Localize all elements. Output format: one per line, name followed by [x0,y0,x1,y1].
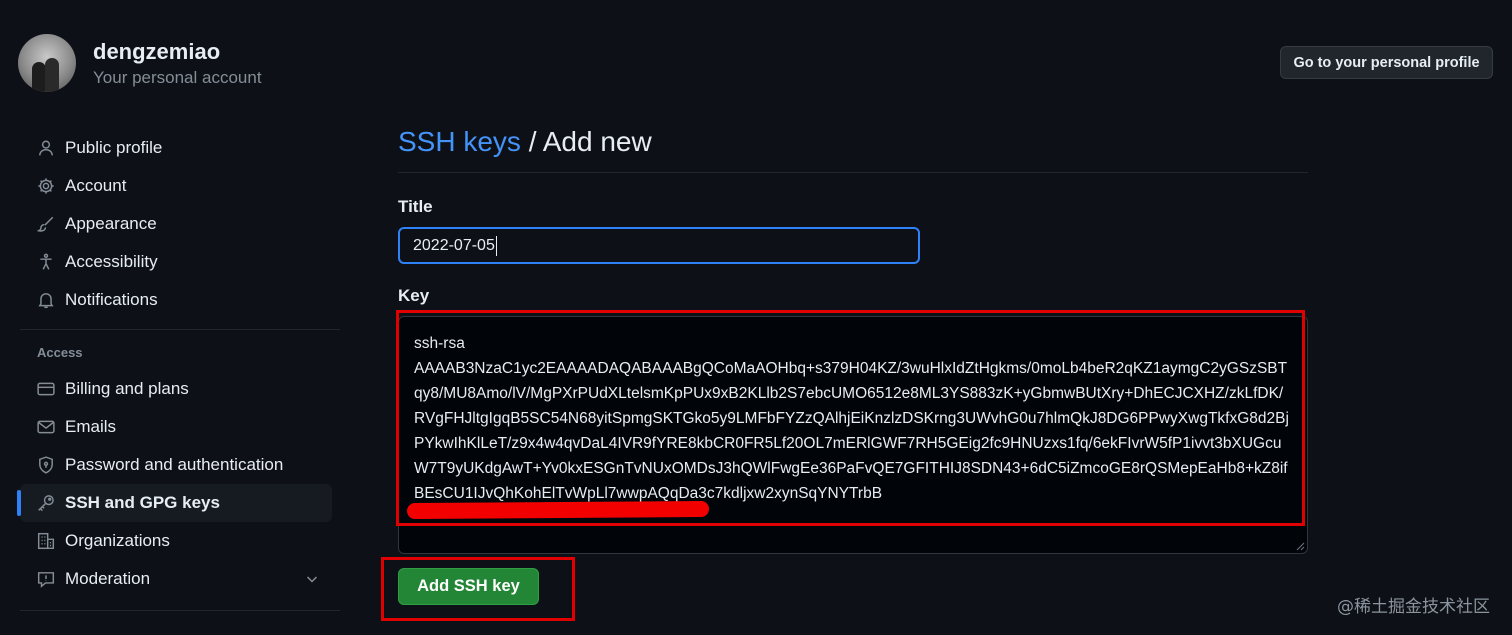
key-icon [36,493,56,513]
sidebar-item-appearance[interactable]: Appearance [20,205,340,243]
breadcrumb-separator: / [520,126,543,157]
watermark: @稀土掘金技术社区 [1337,597,1490,617]
accessibility-icon [36,252,56,272]
sidebar-item-label: Appearance [65,214,157,233]
sidebar-item-label: SSH and GPG keys [65,493,220,512]
resize-handle-icon[interactable] [1295,541,1305,551]
paintbrush-icon [36,214,56,234]
mail-icon [36,417,56,437]
sidebar-item-label: Organizations [65,531,170,550]
breadcrumb-current: Add new [542,126,652,157]
title-label: Title [398,197,433,216]
sidebar-item-ssh-gpg-keys[interactable]: SSH and GPG keys [17,484,332,522]
title-input-value: 2022-07-05 [413,237,495,254]
go-to-profile-button[interactable]: Go to your personal profile [1280,46,1493,79]
page-title: SSH keys / Add new [398,124,1308,173]
credit-card-icon [36,379,56,399]
account-subtitle: Your personal account [93,67,262,87]
title-input[interactable]: 2022-07-05 [398,227,920,264]
sidebar-item-label: Password and authentication [65,455,284,474]
sidebar-section-access: Access [37,344,83,360]
avatar[interactable] [18,34,76,92]
sidebar-item-label: Public profile [65,138,163,157]
shield-lock-icon [36,455,56,475]
key-textarea[interactable]: ssh-rsa AAAAB3NzaC1yc2EAAAADAQABAAABgQCo… [398,316,1308,554]
account-username[interactable]: dengzemiao [93,38,262,66]
add-ssh-key-button[interactable]: Add SSH key [398,568,539,605]
account-header: dengzemiao Your personal account [18,34,262,92]
sidebar-item-label: Notifications [65,290,158,309]
add-ssh-key-form: SSH keys / Add new Title 2022-07-05 Key … [398,124,1308,554]
sidebar-item-organizations[interactable]: Organizations [20,522,340,560]
sidebar-item-password-auth[interactable]: Password and authentication [20,446,340,484]
sidebar-item-label: Moderation [65,569,151,588]
gear-icon [36,176,56,196]
organization-icon [36,531,56,551]
sidebar-item-billing[interactable]: Billing and plans [20,370,340,408]
person-icon [36,138,56,158]
bell-icon [36,290,56,310]
sidebar-item-public-profile[interactable]: Public profile [20,129,340,167]
breadcrumb-ssh-keys-link[interactable]: SSH keys [398,126,521,157]
report-icon [36,569,56,589]
sidebar-item-label: Accessibility [65,252,158,271]
sidebar-item-notifications[interactable]: Notifications [20,281,340,319]
key-textarea-value: ssh-rsa AAAAB3NzaC1yc2EAAAADAQABAAABgQCo… [414,335,1289,502]
sidebar-divider [20,610,340,611]
sidebar-item-account[interactable]: Account [20,167,340,205]
text-caret [495,235,497,256]
redaction-scribble [406,500,710,520]
sidebar-item-accessibility[interactable]: Accessibility [20,243,340,281]
key-label: Key [398,286,430,305]
sidebar-divider [20,329,340,330]
sidebar-item-emails[interactable]: Emails [20,408,340,446]
sidebar-item-moderation[interactable]: Moderation [20,560,340,598]
chevron-down-icon[interactable] [304,571,320,587]
sidebar-item-label: Billing and plans [65,379,189,398]
settings-sidebar: Public profile Account Appearance Access… [17,129,340,598]
sidebar-item-label: Account [65,176,127,195]
sidebar-item-label: Emails [65,417,117,436]
settings-page: dengzemiao Your personal account Go to y… [0,0,1512,635]
